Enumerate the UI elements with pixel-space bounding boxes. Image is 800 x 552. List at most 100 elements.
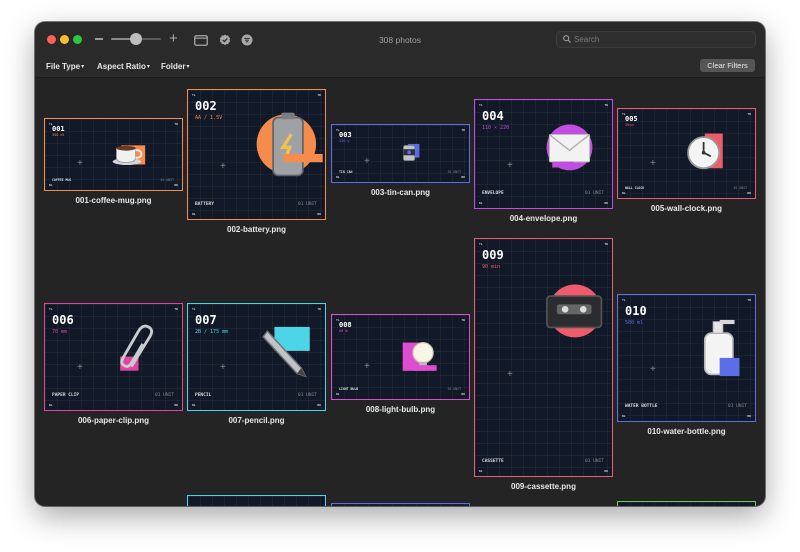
photo-thumbnail[interactable]: TL TR 007 2B / 175 mm + PENCIL 01 UNIT BL BR bbox=[187, 303, 326, 411]
photo-label: COFFEE MUG bbox=[52, 178, 72, 182]
photo-label: PENCIL bbox=[195, 393, 212, 398]
mug-artwork-icon bbox=[112, 145, 146, 165]
bottle-artwork-icon bbox=[703, 319, 740, 377]
corner-mark-bl: BL bbox=[192, 212, 196, 216]
photo-thumbnail[interactable]: TL TR 001 350 ml + COFFEE MUG 01 UNIT BL BR bbox=[44, 118, 183, 191]
photo-tile[interactable]: TL TR 007 2B / 175 mm + PENCIL 01 UNIT BL BR 007-… bbox=[187, 303, 326, 427]
corner-mark-tr: TR bbox=[747, 298, 751, 302]
corner-mark-bl: BL bbox=[622, 191, 626, 195]
search-input[interactable] bbox=[574, 33, 744, 46]
corner-mark-tr: TR bbox=[317, 307, 321, 311]
photo-thumbnail-partial[interactable] bbox=[187, 495, 326, 506]
photo-artwork bbox=[246, 317, 317, 387]
photo-unit: 01 UNIT bbox=[298, 393, 317, 398]
photo-tile[interactable]: TL TR 008 60 W + LIGHT BULB 01 UNIT BL BR 008-lig… bbox=[331, 314, 470, 416]
photo-artwork bbox=[533, 268, 612, 349]
search-icon bbox=[563, 35, 571, 43]
envelope-artwork-icon bbox=[546, 124, 593, 171]
photo-thumbnail-partial[interactable] bbox=[617, 501, 756, 506]
photo-label: TIN CAN bbox=[339, 170, 353, 174]
photo-thumbnail[interactable]: TL TR 006 70 mm + PAPER CLIP 01 UNIT BL BR bbox=[44, 303, 183, 411]
photo-thumbnail[interactable]: TL TR 003 330 g + TIN CAN 01 UNIT BL BR bbox=[331, 124, 470, 183]
photo-artwork bbox=[676, 124, 736, 184]
corner-mark-tr: TR bbox=[461, 318, 465, 322]
photo-filename: 003-tin-can.png bbox=[370, 188, 431, 197]
corner-mark-br: BR bbox=[461, 175, 465, 179]
photo-label: PAPER CLIP bbox=[52, 393, 80, 398]
photo-thumbnail[interactable]: TL TR 009 90 min + CASSETTE 01 UNIT BL BR bbox=[474, 238, 613, 477]
file-type-filter[interactable]: File Type▾ bbox=[46, 62, 84, 71]
photo-thumbnail-partial[interactable] bbox=[331, 503, 470, 506]
corner-mark-bl: BL bbox=[192, 403, 196, 407]
photo-filename: 010-water-bottle.png bbox=[647, 427, 726, 436]
photo-number: 009 bbox=[482, 248, 504, 262]
photo-unit: 01 UNIT bbox=[160, 178, 174, 182]
title-bar: + 308 photos bbox=[35, 22, 765, 56]
chevron-down-icon: ▾ bbox=[186, 64, 190, 70]
photo-spec: 30cm bbox=[625, 123, 634, 127]
photo-thumbnail[interactable]: TL TR 005 30cm + WALL CLOCK 01 UNIT BL BR bbox=[617, 108, 756, 199]
photo-tile[interactable]: TL TR 002 AA / 1.5V + BATTERY 01 UNIT BL BR 002-b… bbox=[187, 89, 326, 236]
photo-label: ENVELOPE bbox=[482, 191, 504, 196]
photo-unit: 01 UNIT bbox=[585, 191, 604, 196]
photo-tile[interactable]: TL TR 006 70 mm + PAPER CLIP 01 UNIT BL BR 006-pa… bbox=[44, 303, 183, 427]
photo-tile[interactable]: TL TR 001 350 ml + COFFEE MUG 01 UNIT BL BR 001-c… bbox=[44, 118, 183, 207]
corner-mark-tr: TR bbox=[174, 122, 178, 126]
photo-label: WATER BOTTLE bbox=[625, 404, 658, 409]
photo-number: 004 bbox=[482, 109, 504, 123]
crosshair-icon: + bbox=[364, 156, 370, 167]
folder-filter[interactable]: Folder▾ bbox=[161, 62, 189, 71]
clock-artwork-icon bbox=[687, 133, 723, 170]
photo-thumbnail[interactable]: TL TR 008 60 W + LIGHT BULB 01 UNIT BL BR bbox=[331, 314, 470, 400]
corner-mark-br: BR bbox=[317, 212, 321, 216]
corner-mark-bl: BL bbox=[336, 392, 340, 396]
photo-artwork bbox=[533, 113, 606, 184]
search-field[interactable] bbox=[556, 31, 756, 48]
crosshair-icon: + bbox=[650, 364, 656, 375]
folder-filter-label: Folder bbox=[161, 62, 186, 71]
photo-tile[interactable]: TL TR 005 30cm + WALL CLOCK 01 UNIT BL BR 005-wal… bbox=[617, 108, 756, 215]
corner-mark-tr: TR bbox=[604, 242, 608, 246]
photo-unit: 01 UNIT bbox=[155, 393, 174, 398]
photo-number: 001 bbox=[52, 125, 65, 133]
cassette-artwork-icon bbox=[546, 284, 603, 338]
photo-number: 010 bbox=[625, 304, 647, 318]
photo-grid[interactable]: TL TR 001 350 ml + COFFEE MUG 01 UNIT BL BR 001-c… bbox=[35, 79, 765, 506]
photo-filename: 009-cassette.png bbox=[511, 482, 576, 491]
corner-mark-tl: TL bbox=[49, 307, 53, 311]
corner-mark-tr: TR bbox=[747, 112, 751, 116]
aspect-ratio-filter[interactable]: Aspect Ratio▾ bbox=[97, 62, 150, 71]
photo-tile[interactable]: TL TR 009 90 min + CASSETTE 01 UNIT BL BR 009-cas… bbox=[474, 238, 613, 493]
can-artwork-icon bbox=[403, 143, 420, 162]
corner-mark-tl: TL bbox=[192, 93, 196, 97]
photo-filename: 007-pencil.png bbox=[228, 416, 285, 425]
photo-artwork bbox=[103, 131, 151, 180]
photo-unit: 01 UNIT bbox=[447, 170, 461, 174]
photos-window: + 308 photos File Type▾ Aspect Ratio▾ Fo… bbox=[35, 22, 765, 506]
pencil-artwork-icon bbox=[262, 326, 310, 378]
photo-spec: 330 g bbox=[339, 139, 350, 143]
photo-thumbnail[interactable]: TL TR 004 110 × 220 + ENVELOPE 01 UNIT BL BR bbox=[474, 99, 613, 209]
crosshair-icon: + bbox=[220, 161, 226, 172]
photo-spec: 60 W bbox=[339, 329, 348, 333]
photo-filename: 008-light-bulb.png bbox=[365, 405, 436, 414]
photo-thumbnail[interactable]: TL TR 010 500 ml + WATER BOTTLE 01 UNIT BL BR bbox=[617, 294, 756, 422]
crosshair-icon: + bbox=[77, 362, 83, 373]
clear-filters-button[interactable]: Clear Filters bbox=[700, 59, 755, 72]
photo-label: BATTERY bbox=[195, 202, 214, 207]
corner-mark-bl: BL bbox=[622, 414, 626, 418]
photo-tile[interactable]: TL TR 003 330 g + TIN CAN 01 UNIT BL BR 003-tin-c… bbox=[331, 124, 470, 199]
photo-thumbnail[interactable]: TL TR 002 AA / 1.5V + BATTERY 01 UNIT BL BR bbox=[187, 89, 326, 220]
photo-spec: 500 ml bbox=[625, 320, 644, 326]
photo-tile[interactable]: TL TR 004 110 × 220 + ENVELOPE 01 UNIT BL BR 004-… bbox=[474, 99, 613, 225]
photo-tile[interactable]: TL TR 010 500 ml + WATER BOTTLE 01 UNIT BL BR 010… bbox=[617, 294, 756, 438]
corner-mark-tl: TL bbox=[192, 307, 196, 311]
photo-spec: AA / 1.5V bbox=[195, 115, 223, 121]
corner-mark-br: BR bbox=[317, 403, 321, 407]
photo-filename: 005-wall-clock.png bbox=[650, 204, 723, 213]
crosshair-icon: + bbox=[507, 369, 513, 380]
corner-mark-bl: BL bbox=[336, 175, 340, 179]
photo-spec: 90 min bbox=[482, 264, 501, 270]
file-type-filter-label: File Type bbox=[46, 62, 81, 71]
crosshair-icon: + bbox=[77, 158, 83, 169]
